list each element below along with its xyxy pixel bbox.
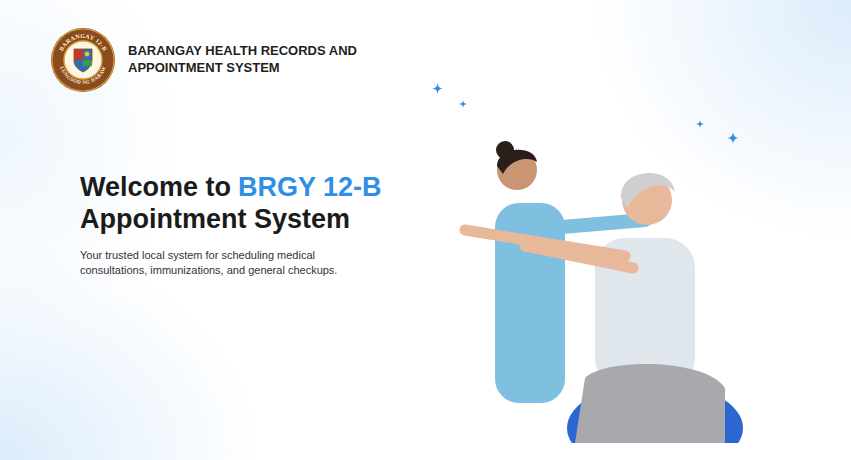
nurse-patient-photo <box>455 128 745 443</box>
barangay-seal-icon: BARANGAY 12-BLUNGSOD NG DABAW <box>50 27 116 93</box>
heading-tail: Appointment System <box>80 203 450 235</box>
system-title: BARANGAY HEALTH RECORDS AND APPOINTMENT … <box>128 43 388 77</box>
sparkle-icon <box>432 83 443 94</box>
hero-text: Welcome toBRGY 12-BAppointment System You… <box>80 128 450 279</box>
landing-page: BARANGAY 12-BLUNGSOD NG DABAW BARANGAY HE… <box>0 0 851 460</box>
heading-highlight: BRGY 12-B <box>238 172 382 202</box>
hero-heading: Welcome toBRGY 12-BAppointment System <box>80 171 450 236</box>
heading-lead: Welcome to <box>80 172 231 202</box>
sparkle-icon <box>727 132 739 144</box>
sparkle-icon <box>459 100 467 108</box>
header: BARANGAY 12-BLUNGSOD NG DABAW BARANGAY HE… <box>0 0 851 93</box>
hero-section: Welcome toBRGY 12-BAppointment System You… <box>0 128 851 443</box>
hero-subtitle: Your trusted local system for scheduling… <box>80 248 370 279</box>
sparkle-icon <box>696 120 704 128</box>
